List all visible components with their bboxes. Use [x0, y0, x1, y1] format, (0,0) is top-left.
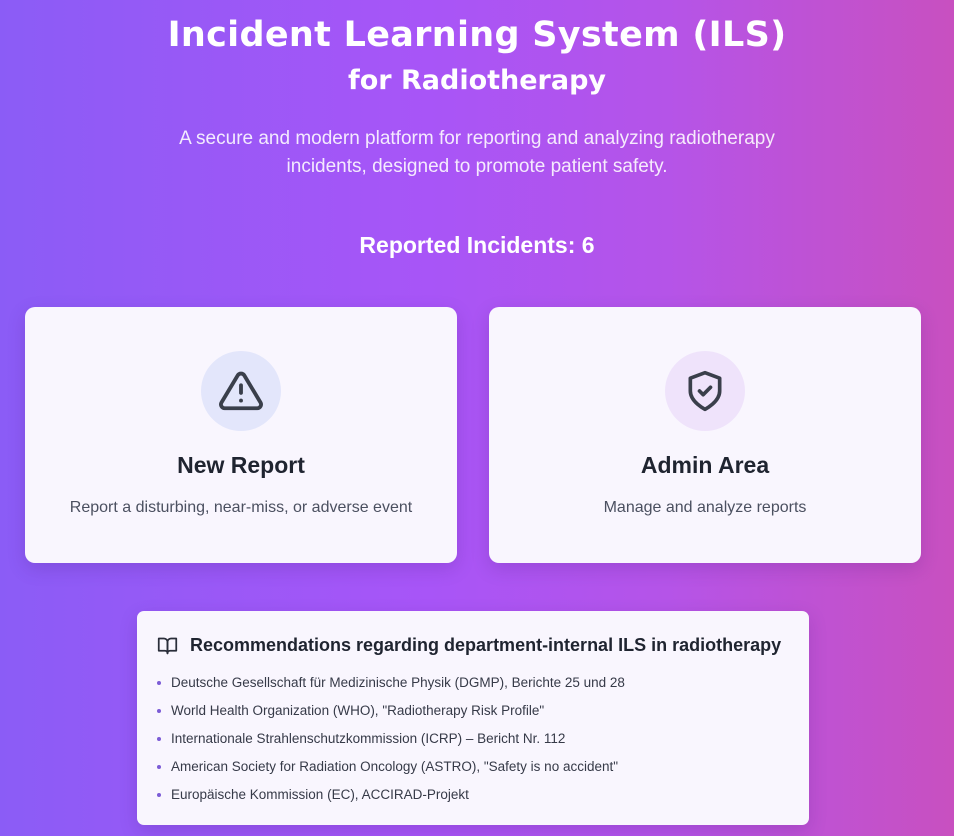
book-open-icon [157, 637, 178, 654]
page-description: A secure and modern platform for reporti… [179, 128, 775, 177]
recommendation-item: American Society for Radiation Oncology … [157, 753, 625, 781]
recommendation-item: Europäische Kommission (EC), ACCIRAD-Pro… [157, 781, 625, 809]
page-subtitle-title: for Radiotherapy [347, 65, 607, 96]
recommendation-item: Internationale Strahlenschutzkommission … [157, 725, 625, 753]
bullet-icon [157, 681, 161, 685]
bullet-icon [157, 765, 161, 769]
warning-triangle-icon [219, 371, 263, 411]
admin-area-card[interactable]: Admin Area Manage and analyze reports [489, 307, 921, 563]
recommendation-item: Deutsche Gesellschaft für Medizinische P… [157, 669, 625, 697]
reported-incidents-count: Reported Incidents: 6 [359, 232, 595, 258]
bullet-icon [157, 793, 161, 797]
admin-area-title: Admin Area [640, 452, 770, 478]
new-report-icon-circle [201, 351, 281, 431]
page-title: Incident Learning System (ILS) [167, 15, 787, 55]
bullet-icon [157, 737, 161, 741]
recommendation-text: Internationale Strahlenschutzkommission … [171, 731, 566, 746]
recommendations-title: Recommendations regarding department-int… [190, 635, 782, 655]
recommendation-text: Europäische Kommission (EC), ACCIRAD-Pro… [171, 787, 469, 802]
recommendations-panel: Recommendations regarding department-int… [137, 611, 809, 825]
admin-area-icon-circle [665, 351, 745, 431]
recommendations-list: Deutsche Gesellschaft für Medizinische P… [157, 669, 625, 809]
admin-area-description: Manage and analyze reports [603, 499, 807, 516]
recommendation-item: World Health Organization (WHO), "Radiot… [157, 697, 625, 725]
new-report-card[interactable]: New Report Report a disturbing, near-mis… [25, 307, 457, 563]
recommendation-text: World Health Organization (WHO), "Radiot… [171, 703, 545, 718]
shield-check-icon [688, 370, 722, 412]
recommendations-header: Recommendations regarding department-int… [157, 633, 781, 657]
new-report-title: New Report [177, 452, 305, 478]
recommendation-text: Deutsche Gesellschaft für Medizinische P… [171, 675, 625, 690]
recommendation-text: American Society for Radiation Oncology … [171, 759, 619, 774]
new-report-description: Report a disturbing, near-miss, or adver… [69, 499, 413, 516]
bullet-icon [157, 709, 161, 713]
